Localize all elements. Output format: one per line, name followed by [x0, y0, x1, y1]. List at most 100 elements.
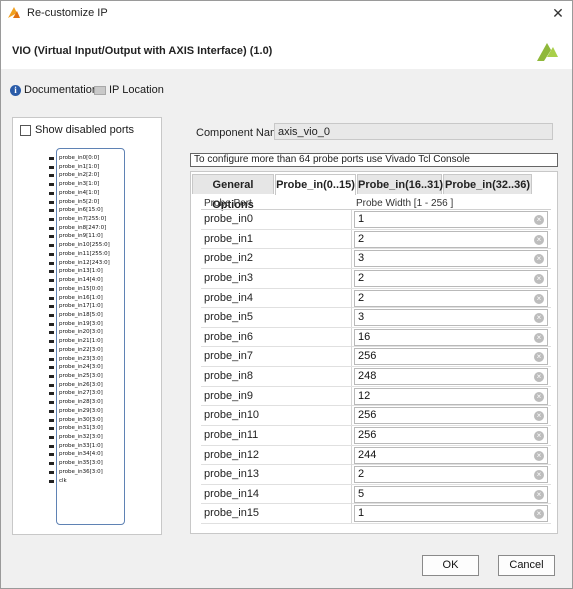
probe-width-input[interactable]: 2 × — [354, 466, 548, 484]
ip-location-link[interactable]: IP Location — [94, 83, 164, 97]
port-pin — [49, 191, 54, 195]
probe-width-input[interactable]: 2 × — [354, 230, 548, 248]
close-button[interactable]: ✕ — [550, 5, 566, 21]
probe-width-input[interactable]: 1 × — [354, 505, 548, 523]
tab-probe-in-16-31[interactable]: Probe_in(16..31) — [357, 174, 443, 194]
port-item: probe_in26[3:0] — [49, 381, 129, 390]
port-pin — [49, 165, 54, 169]
probe-port-cell: probe_in6 — [201, 327, 352, 347]
port-pin — [49, 270, 54, 274]
port-label: probe_in22[3:0] — [59, 346, 103, 353]
probe-width-input[interactable]: 12 × — [354, 387, 548, 405]
clear-icon[interactable]: × — [534, 411, 544, 422]
probe-width-value: 2 — [358, 291, 365, 304]
probe-width-input[interactable]: 16 × — [354, 328, 548, 346]
clear-icon[interactable]: × — [534, 352, 544, 363]
tab-probe-in-32-36[interactable]: Probe_in(32..36) — [443, 174, 532, 194]
clear-icon[interactable]: × — [534, 450, 544, 461]
show-disabled-ports-checkbox[interactable]: Show disabled ports — [20, 124, 134, 136]
port-list: probe_in0[0:0] probe_in1[1:0] probe_in2[2:… — [49, 154, 129, 485]
clear-icon[interactable]: × — [534, 332, 544, 343]
probe-width-input[interactable]: 256 × — [354, 348, 548, 366]
tab-general-options[interactable]: General Options — [192, 174, 274, 211]
probe-width-input[interactable]: 2 × — [354, 289, 548, 307]
clear-icon[interactable]: × — [534, 234, 544, 245]
clear-icon[interactable]: × — [534, 372, 544, 382]
clear-icon[interactable]: × — [534, 273, 544, 284]
documentation-label: Documentation — [24, 84, 98, 96]
probe-width-value: 3 — [358, 252, 365, 265]
dialog-footer: OK Cancel — [1, 546, 572, 588]
port-pin — [49, 235, 54, 239]
probe-width-input[interactable]: 244 × — [354, 446, 548, 464]
probe-width-input[interactable]: 3 × — [354, 309, 548, 327]
port-pin — [49, 453, 54, 457]
port-label: probe_in35[3:0] — [59, 460, 103, 467]
window-title: Re-customize IP — [27, 7, 108, 19]
probe-width-input[interactable]: 5 × — [354, 485, 548, 503]
port-label: probe_in21[1:0] — [59, 338, 103, 345]
port-item: probe_in20[3:0] — [49, 328, 129, 337]
folder-icon — [94, 85, 106, 95]
table-row: probe_in12 244 × — [201, 445, 551, 466]
port-item: probe_in16[1:0] — [49, 294, 129, 303]
clear-icon[interactable]: × — [534, 489, 544, 500]
port-pin — [49, 305, 54, 309]
tab-probe-in-0-15[interactable]: Probe_in(0..15) — [275, 174, 356, 195]
ip-title: VIO (Virtual Input/Output with AXIS Inte… — [12, 45, 273, 57]
port-item: probe_in17[1:0] — [49, 302, 129, 311]
port-pin — [49, 322, 54, 326]
port-item: probe_in22[3:0] — [49, 346, 129, 355]
clear-icon[interactable]: × — [534, 215, 544, 225]
clear-icon[interactable]: × — [534, 509, 544, 520]
table-row: probe_in5 3 × — [201, 308, 551, 328]
port-item: probe_in36[3:0] — [49, 468, 129, 477]
port-pin — [49, 279, 54, 283]
component-name-label: Component Name — [196, 127, 286, 139]
clear-icon[interactable]: × — [534, 430, 544, 441]
port-pin — [49, 392, 54, 396]
info-icon: i — [10, 84, 21, 96]
checkbox-box[interactable] — [20, 124, 31, 136]
port-label: probe_in24[3:0] — [59, 364, 103, 371]
port-item: probe_in1[1:0] — [49, 163, 129, 172]
port-label: probe_in34[4:0] — [59, 451, 103, 458]
component-name-input[interactable] — [274, 123, 553, 140]
probe-width-input[interactable]: 248 × — [354, 368, 548, 385]
port-label: probe_in18[5:0] — [59, 311, 103, 318]
ok-button[interactable]: OK — [422, 555, 479, 576]
table-row: probe_in9 12 × — [201, 386, 551, 407]
clear-icon[interactable]: × — [534, 391, 544, 402]
probe-port-cell: probe_in10 — [201, 406, 352, 426]
port-label: probe_in9[11:0] — [59, 233, 103, 240]
probe-width-input[interactable]: 1 × — [354, 211, 548, 228]
port-pin — [49, 183, 54, 187]
probe-width-input[interactable]: 2 × — [354, 269, 548, 287]
port-label: probe_in4[1:0] — [59, 189, 100, 196]
probe-width-value: 256 — [358, 350, 377, 363]
probe-port-cell: probe_in4 — [201, 288, 352, 308]
probe-width-value: 1 — [358, 213, 365, 225]
port-pin — [49, 174, 54, 178]
probe-port-cell: probe_in7 — [201, 347, 352, 367]
probe-width-input[interactable]: 3 × — [354, 250, 548, 268]
documentation-link[interactable]: i Documentation — [10, 83, 98, 97]
probe-port-cell: probe_in13 — [201, 465, 352, 485]
vivado-app-icon — [8, 7, 20, 18]
probe-width-input[interactable]: 256 × — [354, 407, 548, 425]
port-pin — [49, 444, 54, 448]
clear-icon[interactable]: × — [534, 254, 544, 265]
probe-width-table: Probe Port Probe Width [1 - 256 ] probe_… — [201, 197, 551, 524]
clear-icon[interactable]: × — [534, 293, 544, 304]
port-label: probe_in17[1:0] — [59, 303, 103, 310]
probe-width-input[interactable]: 256 × — [354, 426, 548, 444]
cancel-button[interactable]: Cancel — [498, 555, 555, 576]
clear-icon[interactable]: × — [534, 313, 544, 324]
table-row: probe_in14 5 × — [201, 484, 551, 505]
probe-port-cell: probe_in9 — [201, 386, 352, 406]
port-pin — [49, 226, 54, 230]
ip-header: VIO (Virtual Input/Output with AXIS Inte… — [1, 25, 572, 69]
probe-port-cell: probe_in5 — [201, 308, 352, 328]
probe-port-cell: probe_in11 — [201, 425, 352, 445]
clear-icon[interactable]: × — [534, 470, 544, 481]
